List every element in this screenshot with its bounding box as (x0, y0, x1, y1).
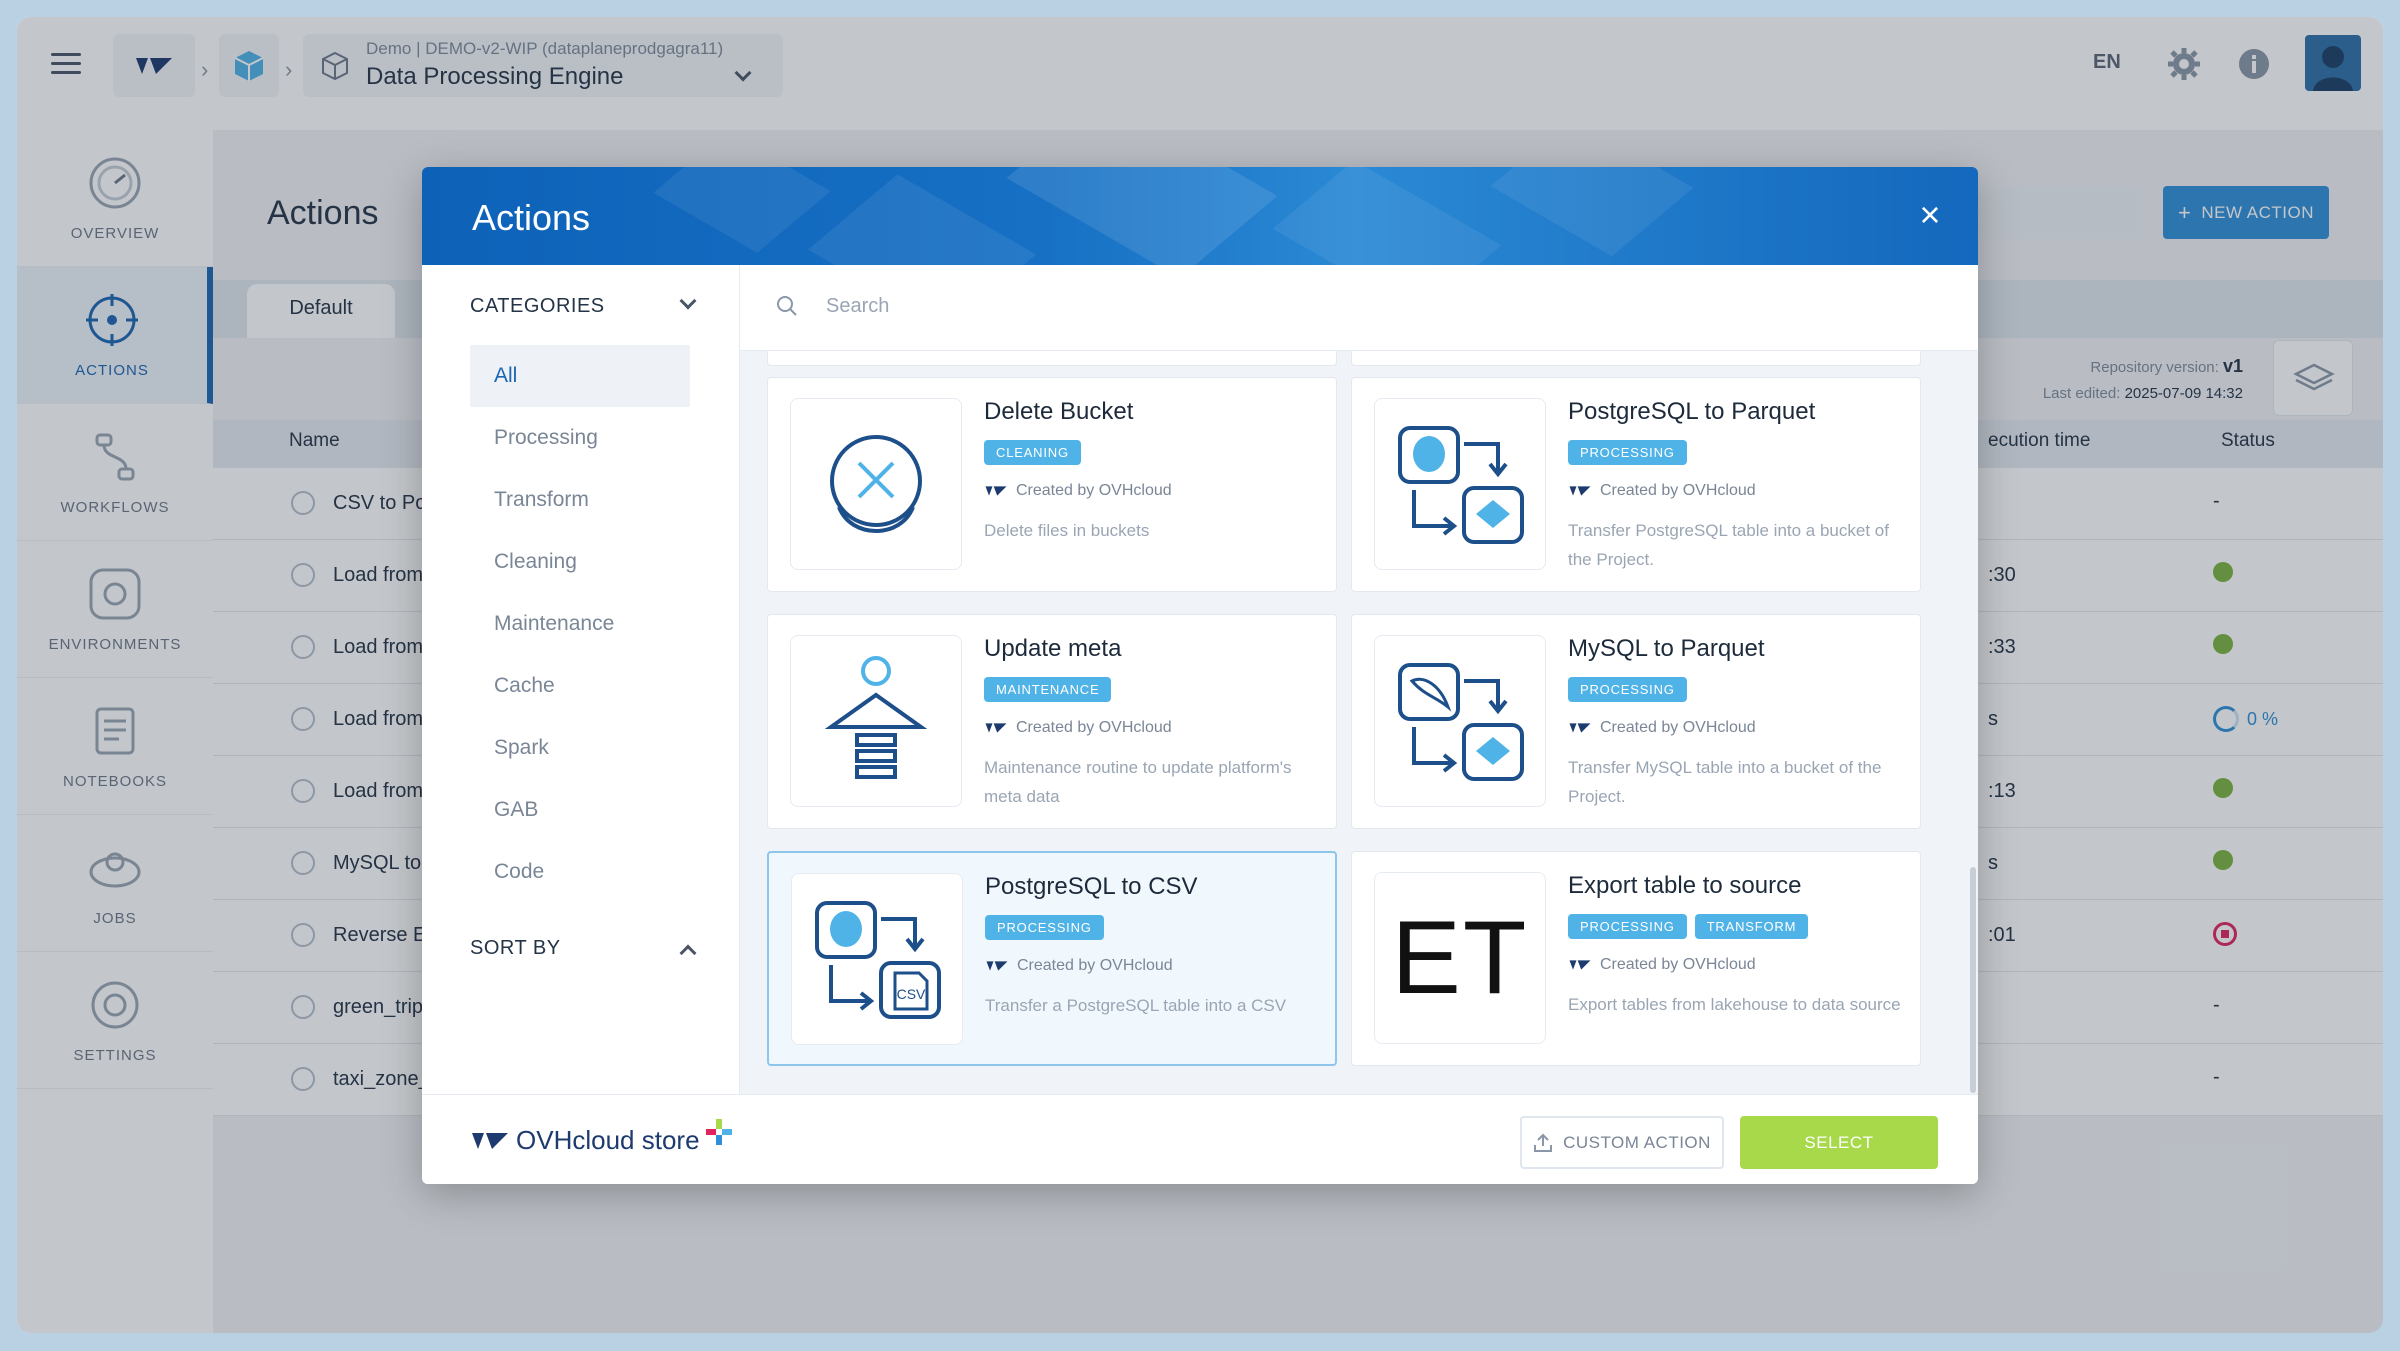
ovh-logo-icon (985, 723, 1007, 733)
card-author-text: Created by OVHcloud (1600, 719, 1756, 736)
close-icon[interactable]: × (1912, 197, 1948, 233)
ovh-logo-icon (1569, 723, 1591, 733)
card-thumbnail (790, 398, 962, 570)
card-author: Created by OVHcloud (985, 957, 1173, 975)
card-author: Created by OVHcloud (1568, 956, 1756, 974)
card-title: PostgreSQL to CSV (985, 873, 1198, 900)
category-item-gab[interactable]: GAB (470, 779, 690, 841)
card-thumbnail: CSV (791, 873, 963, 1045)
category-badge: PROCESSING (1568, 677, 1687, 702)
card-thumbnail: ET (1374, 872, 1546, 1044)
ovh-logo-icon (472, 1132, 508, 1149)
mysql-to-parquet-icon (1398, 663, 1524, 781)
category-item-cache[interactable]: Cache (470, 655, 690, 717)
category-item-transform[interactable]: Transform (470, 469, 690, 531)
card-author-text: Created by OVHcloud (1017, 957, 1173, 974)
search-placeholder[interactable]: Search (826, 295, 889, 318)
category-item-spark[interactable]: Spark (470, 717, 690, 779)
custom-action-label: CUSTOM ACTION (1563, 1132, 1711, 1152)
category-badge: TRANSFORM (1694, 914, 1809, 939)
category-badge: CLEANING (984, 440, 1081, 465)
category-item-processing[interactable]: Processing (470, 407, 690, 469)
sparkle-icon (705, 1118, 732, 1145)
sort-by-heading[interactable]: SORT BY (470, 937, 561, 960)
category-badge: MAINTENANCE (984, 677, 1112, 702)
categories-heading[interactable]: CATEGORIES (470, 295, 605, 318)
decor-shape (807, 174, 1037, 265)
card-author-text: Created by OVHcloud (1016, 482, 1172, 499)
search-icon (777, 296, 797, 316)
ovh-logo-icon (986, 961, 1008, 971)
card-description: Maintenance routine to update platform's… (984, 758, 1292, 806)
ovh-logo-icon (985, 486, 1007, 496)
card-author-text: Created by OVHcloud (1600, 482, 1756, 499)
actions-grid: Delete Bucket CLEANING Created by OVHclo… (740, 351, 1978, 1094)
categories-panel: CATEGORIES All Processing Transform Cleanin… (422, 265, 740, 1094)
action-card-postgresql-to-csv[interactable]: CSV PostgreSQL to CSV PROCESSING Created… (767, 851, 1337, 1066)
card-author-text: Created by OVHcloud (1016, 719, 1172, 736)
decor-shape (1272, 167, 1502, 265)
action-card-update-meta[interactable]: Update meta MAINTENANCE Created by OVHcl… (767, 614, 1337, 829)
card-thumbnail (1374, 635, 1546, 807)
actions-modal: Actions × CATEGORIES All Processing Transf… (422, 167, 1978, 1184)
delete-bucket-icon (830, 435, 922, 533)
category-item-maintenance[interactable]: Maintenance (470, 593, 690, 655)
postgres-to-csv-icon: CSV (815, 901, 941, 1019)
category-badge: PROCESSING (985, 915, 1104, 940)
store-label: OVHcloud store (516, 1125, 700, 1155)
card-description: Transfer MySQL table into a bucket of th… (1568, 758, 1882, 806)
chevron-up-icon[interactable] (679, 944, 697, 962)
card-author: Created by OVHcloud (984, 482, 1172, 500)
csv-label: CSV (897, 986, 926, 1002)
decor-shape (653, 167, 831, 253)
category-item-code[interactable]: Code (470, 841, 690, 903)
category-item-cleaning[interactable]: Cleaning (470, 531, 690, 593)
modal-title: Actions (472, 197, 591, 238)
category-badge: PROCESSING (1568, 914, 1687, 939)
postgres-to-parquet-icon (1398, 426, 1524, 544)
card-thumbnail (790, 635, 962, 807)
modal-header: Actions × (422, 167, 1978, 265)
action-card-partial[interactable] (1351, 351, 1921, 366)
ovhcloud-store-logo: OVHcloud store (470, 1118, 732, 1156)
card-author: Created by OVHcloud (1568, 719, 1756, 737)
grid-scrollbar[interactable] (1970, 867, 1976, 1093)
action-card-mysql-to-parquet[interactable]: MySQL to Parquet PROCESSING Created by O… (1351, 614, 1921, 829)
action-card-delete-bucket[interactable]: Delete Bucket CLEANING Created by OVHclo… (767, 377, 1337, 592)
card-title: Delete Bucket (984, 398, 1134, 425)
card-author: Created by OVHcloud (984, 719, 1172, 737)
action-card-export-table-to-source[interactable]: ET Export table to source PROCESSING TRAN… (1351, 851, 1921, 1066)
card-thumbnail (1374, 398, 1546, 570)
card-title: PostgreSQL to Parquet (1568, 398, 1816, 425)
card-title: Update meta (984, 635, 1122, 662)
card-description: Export tables from lakehouse to data sou… (1568, 995, 1901, 1014)
upload-icon (1534, 1133, 1553, 1152)
action-card-partial[interactable] (767, 351, 1337, 366)
card-description: Delete files in buckets (984, 521, 1150, 540)
card-description: Transfer PostgreSQL table into a bucket … (1568, 521, 1889, 569)
ovh-logo-icon (1569, 486, 1591, 496)
card-author: Created by OVHcloud (1568, 482, 1756, 500)
decor-shape (1490, 167, 1694, 257)
decor-shape (1006, 167, 1278, 265)
category-badge: PROCESSING (1568, 440, 1687, 465)
card-author-text: Created by OVHcloud (1600, 956, 1756, 973)
modal-search[interactable]: Search (740, 265, 1978, 351)
et-icon: ET (1391, 899, 1529, 1016)
custom-action-button[interactable]: CUSTOM ACTION (1520, 1116, 1724, 1169)
select-button[interactable]: SELECT (1740, 1116, 1938, 1169)
card-title: Export table to source (1568, 872, 1802, 899)
update-meta-icon (824, 656, 928, 779)
action-card-postgresql-to-parquet[interactable]: PostgreSQL to Parquet PROCESSING Created… (1351, 377, 1921, 592)
card-description: Transfer a PostgreSQL table into a CSV (985, 996, 1287, 1015)
chevron-down-icon[interactable] (679, 292, 697, 310)
ovh-logo-icon (1569, 960, 1591, 970)
card-title: MySQL to Parquet (1568, 635, 1765, 662)
category-item-all[interactable]: All (470, 345, 690, 407)
modal-footer: OVHcloud store CUSTOM ACTION SELECT (422, 1094, 1978, 1184)
